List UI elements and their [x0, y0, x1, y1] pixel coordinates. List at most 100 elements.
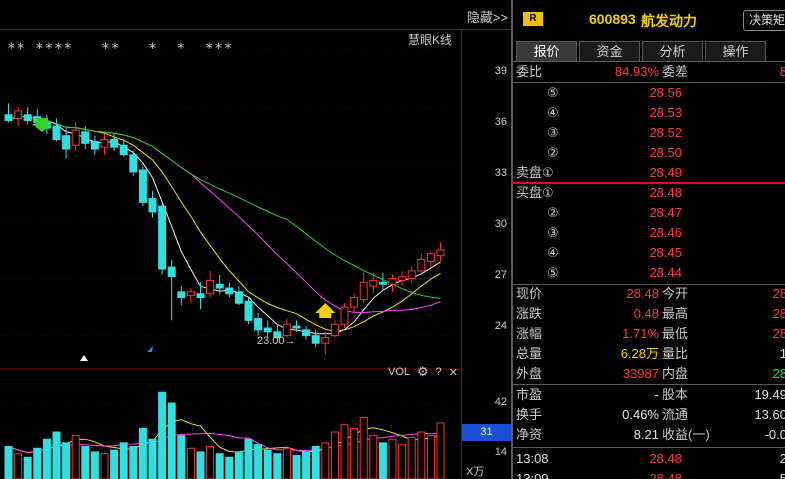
kline-chart-svg[interactable]	[0, 0, 461, 479]
level-number: ③	[547, 225, 559, 240]
volume-bar	[234, 451, 243, 479]
stats-row: 外盘 33987 内盘 28	[513, 364, 785, 384]
volume-indicator-label[interactable]: VOL	[388, 366, 410, 378]
decision-matrix-button[interactable]: 决策矩阵	[743, 10, 785, 31]
wei-cha-label: 委差	[662, 64, 689, 79]
candle-series	[4, 103, 445, 355]
volume-bar	[196, 451, 205, 479]
volume-bar	[436, 422, 445, 479]
marker-triangle-white	[80, 355, 88, 361]
candle-body	[388, 278, 397, 285]
tick-row: 13:09 28.48 5	[513, 469, 785, 479]
candle-body	[110, 139, 119, 148]
tab-quote[interactable]: 报价	[516, 41, 577, 61]
volume-tick: 14	[494, 446, 507, 458]
level-number: ③	[547, 125, 559, 140]
candle-body	[378, 281, 387, 285]
volume-bar	[369, 435, 378, 479]
buy-price: 28.48	[649, 185, 682, 200]
wei-bi-value: 84.93%	[614, 64, 659, 79]
candle-body	[167, 266, 176, 278]
candle-body	[436, 249, 445, 257]
buy-level-row[interactable]: ④ 28.45	[513, 243, 785, 263]
buy-level-row[interactable]: ⑤ 28.44	[513, 263, 785, 283]
volume-bar	[321, 442, 330, 479]
sell-level-row[interactable]: ⑤ 28.56	[513, 83, 785, 103]
candle-body	[340, 306, 349, 325]
volume-bar	[244, 438, 253, 479]
price-tick: 36	[494, 116, 507, 128]
candle-body	[148, 198, 157, 213]
gear-icon[interactable]: ⚙	[417, 364, 429, 380]
tick-volume: 2	[779, 451, 785, 466]
quote-panel: R 600893 航发动力 决策矩阵 报价 资金 分析 操作 委比 84.93%…	[511, 0, 785, 479]
volume-bar	[273, 453, 282, 479]
price-tick: 27	[494, 269, 507, 281]
buy-price: 28.46	[649, 225, 682, 240]
stats-row: 现价 28.48 今开 28	[513, 284, 785, 304]
tab-operation[interactable]: 操作	[705, 41, 766, 61]
kline-chart-area[interactable]: 隐藏>> ** **** ** * * *** 慧眼K线 23.00→ 39 3…	[0, 0, 511, 479]
stats-value: 33987	[622, 366, 659, 381]
divider	[513, 447, 785, 448]
chart-grid	[0, 49, 461, 455]
tick-row: 13:08 28.48 2	[513, 449, 785, 469]
volume-bar	[52, 431, 61, 479]
volume-bar	[186, 447, 195, 479]
sell-level-row[interactable]: ③ 28.52	[513, 123, 785, 143]
sell-price: 28.49	[649, 165, 682, 180]
candle-body	[225, 287, 234, 295]
buy-level-row[interactable]: ③ 28.46	[513, 223, 785, 243]
volume-bar	[119, 442, 128, 479]
fund-value: 13.60	[754, 407, 785, 422]
candle-body	[62, 135, 71, 150]
stats-value: 1	[779, 346, 785, 361]
quote-tabs: 报价 资金 分析 操作	[516, 41, 766, 61]
volume-bar	[148, 438, 157, 479]
hide-panel-button[interactable]: 隐藏>>	[467, 7, 508, 26]
stats-label: 涨幅	[516, 326, 543, 341]
tick-price: 28.48	[649, 451, 682, 466]
tab-analysis[interactable]: 分析	[642, 41, 703, 61]
candle-body	[407, 270, 416, 280]
help-icon[interactable]: ?	[436, 366, 442, 378]
sell-level-row[interactable]: 卖盘 ① 28.49	[513, 163, 785, 183]
stats-value: 28	[772, 366, 785, 381]
candle-body	[138, 169, 147, 203]
candle-body	[177, 291, 186, 299]
volume-bar	[215, 453, 224, 479]
sell-level-row[interactable]: ④ 28.53	[513, 103, 785, 123]
buy-level-row[interactable]: 买盘 ① 28.48	[513, 183, 785, 203]
candle-body	[417, 258, 426, 272]
stats-value: 28	[772, 306, 785, 321]
volume-bar	[177, 435, 186, 479]
stats-label: 现价	[516, 286, 543, 301]
tick-time: 13:08	[516, 451, 549, 466]
candle-body	[321, 337, 330, 344]
candle-body	[100, 139, 109, 148]
fund-value: -0.0	[764, 427, 785, 442]
candle-body	[71, 129, 80, 146]
volume-bar	[292, 455, 301, 479]
volume-bar	[398, 444, 407, 479]
level-number: ②	[547, 205, 559, 220]
sell-price: 28.50	[649, 145, 682, 160]
smart-kline-label[interactable]: 慧眼K线	[408, 31, 452, 48]
candle-body	[263, 327, 272, 333]
buy-signal-arrow	[315, 303, 336, 318]
ma10-line	[8, 115, 441, 332]
candle-body	[206, 279, 215, 295]
volume-bar	[23, 456, 32, 479]
volume-bar	[378, 442, 387, 479]
sell-level-row[interactable]: ② 28.50	[513, 143, 785, 163]
level-number: ④	[547, 245, 559, 260]
volume-bar	[42, 438, 51, 479]
close-icon[interactable]: ✕	[449, 366, 458, 379]
buy-level-row[interactable]: ② 28.47	[513, 203, 785, 223]
candle-body	[350, 297, 359, 308]
volume-bar	[225, 456, 234, 479]
volume-bar	[350, 427, 359, 479]
fund-label: 市盈	[516, 387, 543, 402]
volume-bar	[167, 402, 176, 479]
tab-funds[interactable]: 资金	[579, 41, 640, 61]
